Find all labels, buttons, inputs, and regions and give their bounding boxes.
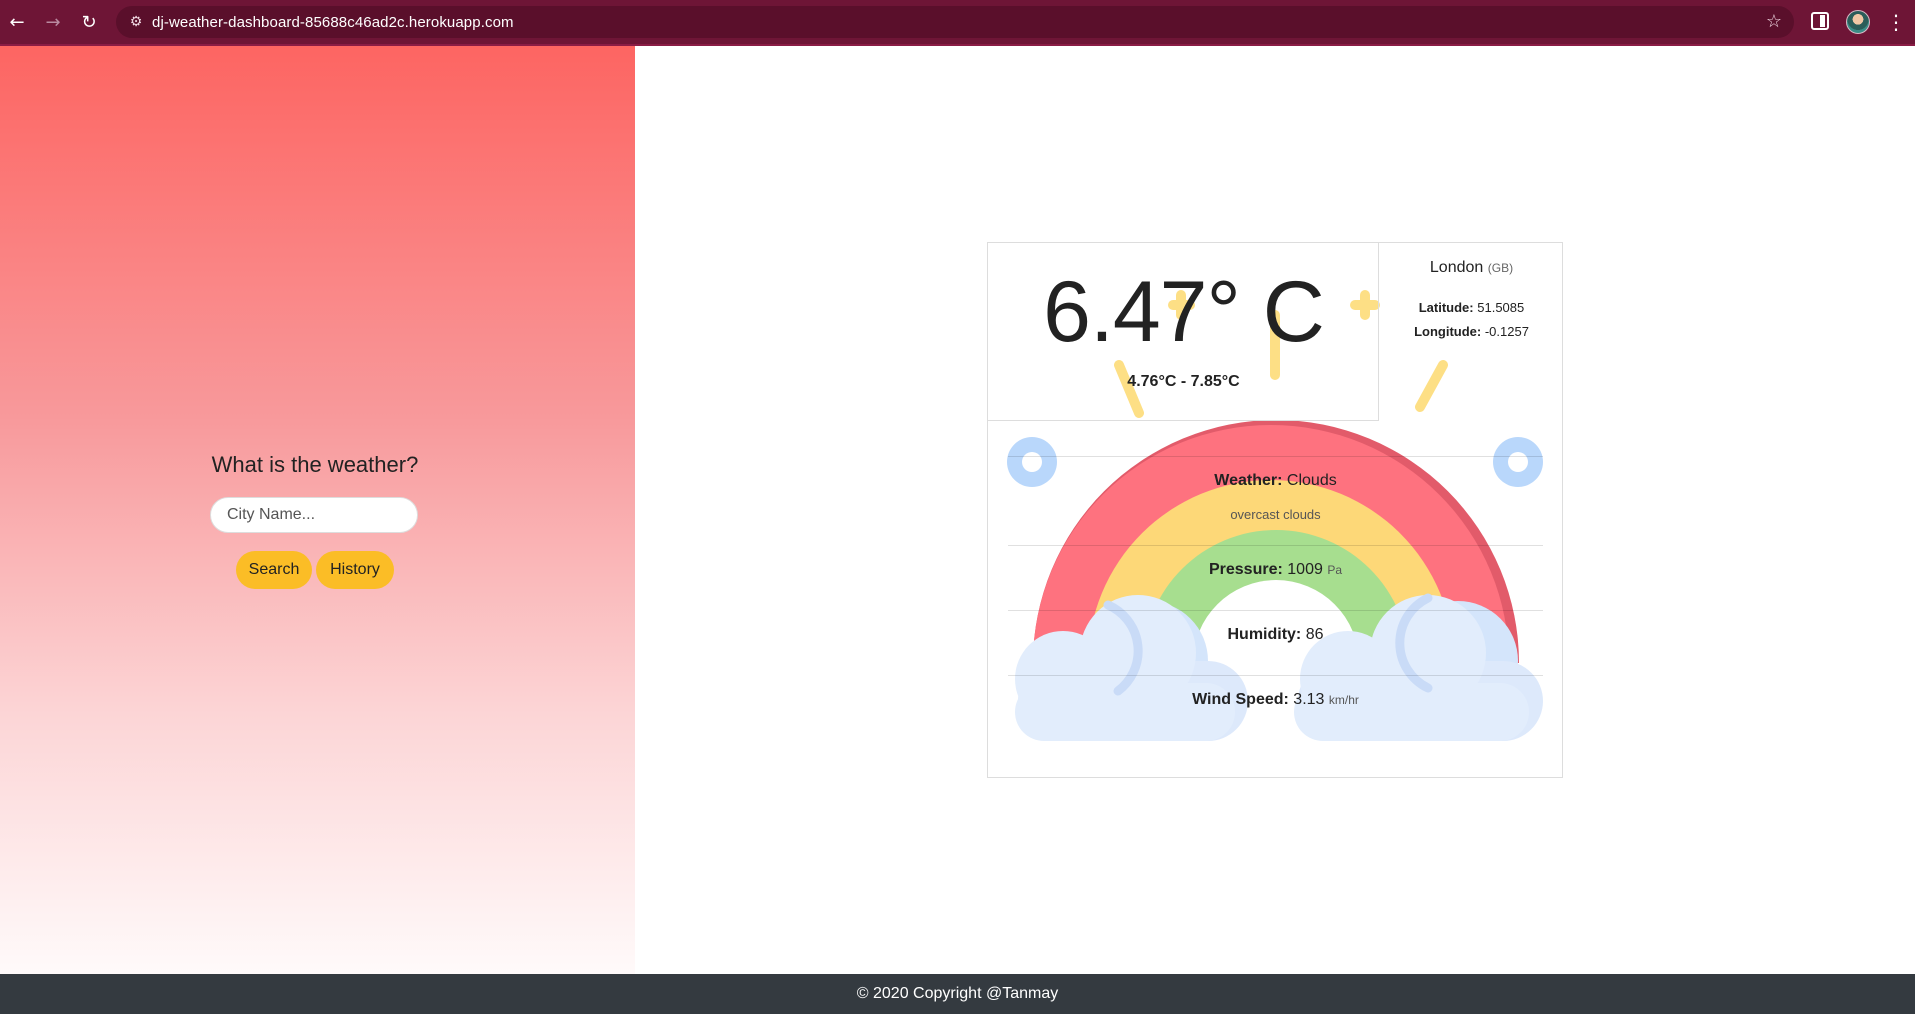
temperature-panel: 6.47° C 4.76°C - 7.85°C	[988, 243, 1379, 421]
latitude: Latitude: 51.5085	[1379, 300, 1562, 315]
weather-card: 6.47° C 4.76°C - 7.85°C London (GB) Lati…	[987, 242, 1563, 778]
search-panel-title: What is the weather?	[211, 452, 419, 477]
bookmark-star-icon[interactable]: ☆	[1766, 11, 1782, 33]
longitude-value: -0.1257	[1484, 324, 1529, 339]
divider	[1008, 456, 1543, 457]
divider	[1008, 675, 1543, 676]
city-name: London	[1429, 259, 1484, 276]
reload-icon[interactable]: ↻	[78, 12, 100, 34]
forward-arrow-icon[interactable]: →	[42, 12, 64, 34]
weather-description: overcast clouds	[1230, 507, 1321, 522]
country-code: (GB)	[1487, 261, 1514, 275]
latitude-value: 51.5085	[1477, 300, 1525, 315]
footer: © 2020 Copyright @Tanmay	[0, 974, 1915, 1014]
side-panel-icon[interactable]	[1811, 12, 1829, 30]
wind-label: Wind Speed:	[1192, 691, 1289, 708]
history-button[interactable]: History	[316, 551, 394, 589]
humidity-label: Humidity:	[1227, 626, 1302, 643]
profile-avatar[interactable]	[1846, 10, 1870, 34]
address-bar[interactable]: ⚙ dj-weather-dashboard-85688c46ad2c.hero…	[116, 6, 1794, 38]
weather-value: Clouds	[1286, 472, 1337, 489]
wind-value: 3.13	[1293, 691, 1325, 708]
humidity-row: Humidity: 86	[1008, 626, 1543, 644]
browser-toolbar: ← → ↻ ⚙ dj-weather-dashboard-85688c46ad2…	[0, 0, 1915, 46]
humidity-value: 86	[1305, 626, 1324, 643]
latitude-label: Latitude:	[1418, 300, 1474, 315]
pressure-unit: Pa	[1327, 563, 1342, 577]
city-name-input[interactable]	[210, 497, 418, 533]
longitude-label: Longitude:	[1414, 324, 1482, 339]
location-city: London (GB)	[1379, 259, 1562, 277]
url-text[interactable]: dj-weather-dashboard-85688c46ad2c.heroku…	[152, 14, 514, 31]
wind-unit: km/hr	[1328, 693, 1359, 707]
divider	[1008, 545, 1543, 546]
weather-row: Weather: Clouds	[1008, 472, 1543, 490]
pressure-row: Pressure: 1009 Pa	[1008, 561, 1543, 579]
more-menu-icon[interactable]: ⋮	[1886, 10, 1906, 34]
pressure-label: Pressure:	[1208, 561, 1283, 578]
wind-row: Wind Speed: 3.13 km/hr	[1008, 691, 1543, 709]
weather-label: Weather:	[1214, 472, 1283, 489]
location-panel: London (GB) Latitude: 51.5085 Longitude:…	[1379, 243, 1562, 421]
current-temperature: 6.47° C	[1043, 264, 1325, 360]
back-arrow-icon[interactable]: ←	[6, 12, 28, 34]
copyright-text: © 2020 Copyright @Tanmay	[856, 985, 1059, 1002]
divider	[1008, 610, 1543, 611]
search-button[interactable]: Search	[236, 551, 312, 589]
search-panel: What is the weather? Search History	[0, 46, 635, 974]
site-settings-icon[interactable]: ⚙	[126, 12, 146, 32]
longitude: Longitude: -0.1257	[1379, 324, 1562, 339]
pressure-value: 1009	[1287, 561, 1323, 578]
temperature-range: 4.76°C - 7.85°C	[1127, 373, 1240, 390]
